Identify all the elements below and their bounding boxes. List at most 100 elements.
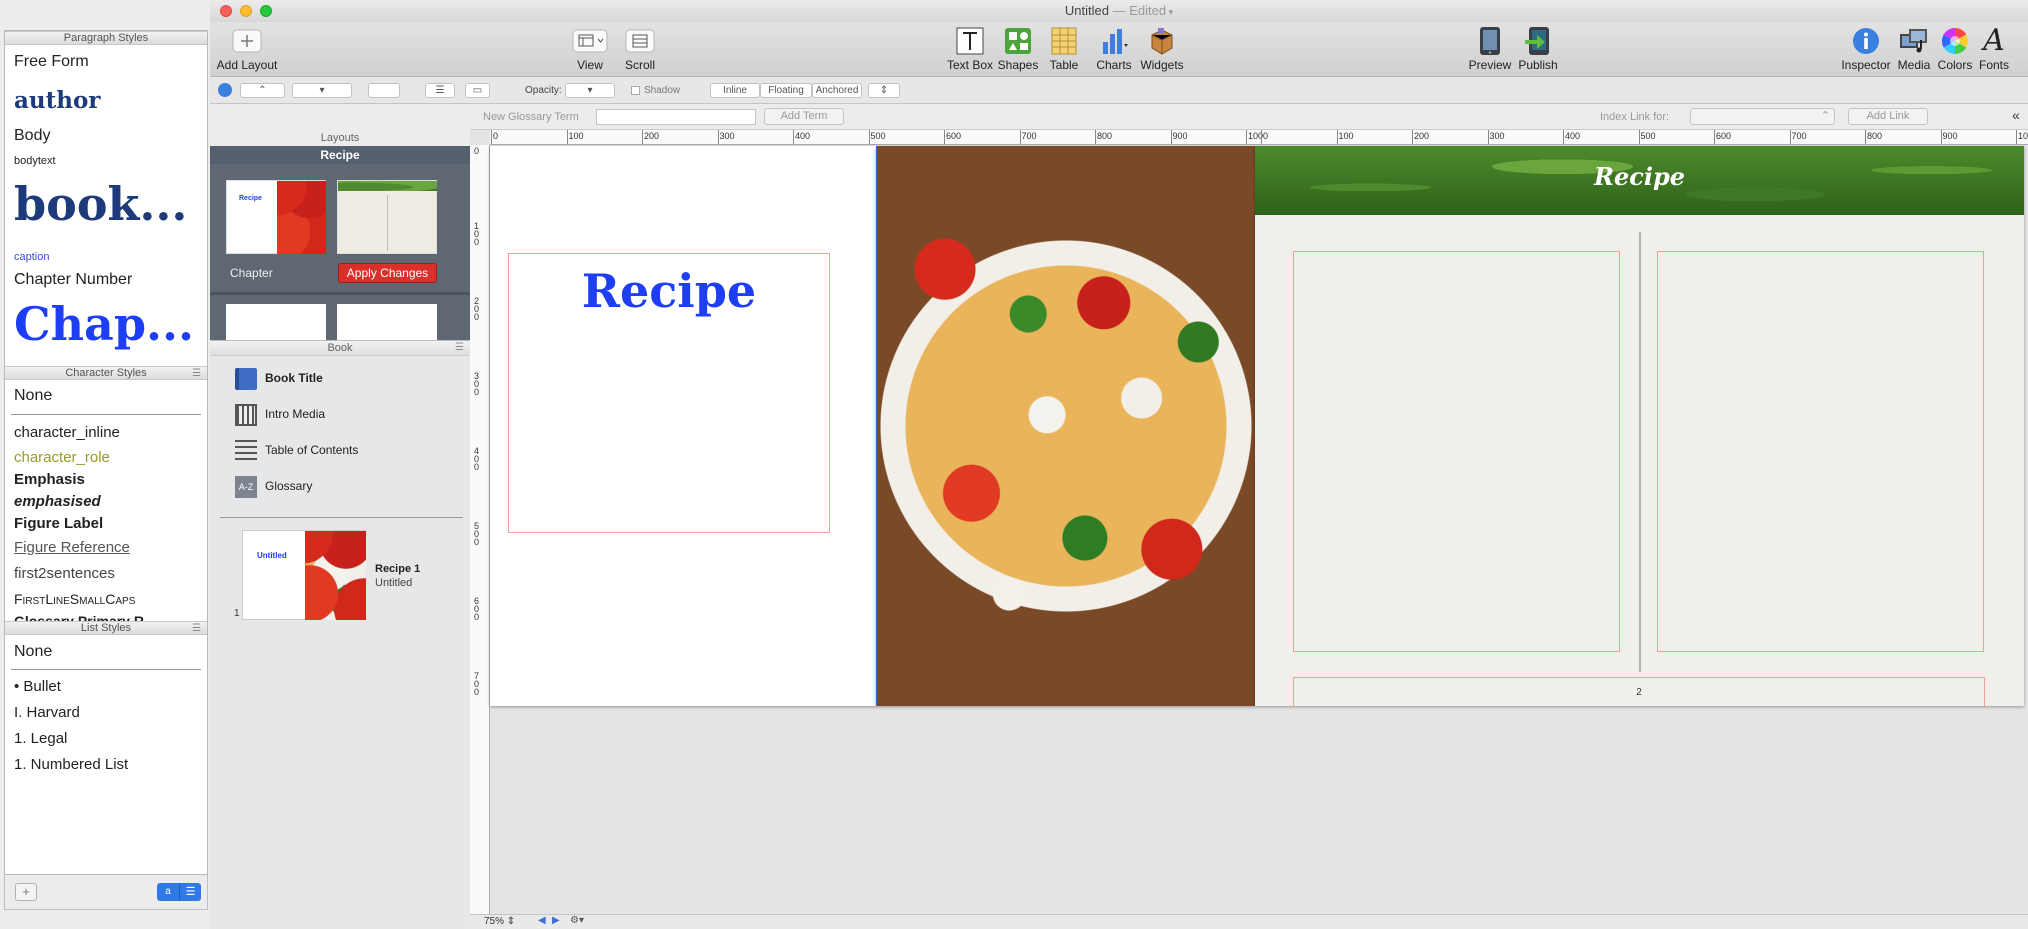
character-style-item[interactable]: FirstLineSmallCaps [14,591,204,607]
ruler-tick [2016,130,2017,144]
gear-icon[interactable]: ⚙▾ [570,915,584,926]
color-well[interactable] [368,83,400,98]
text-column-right[interactable] [1657,251,1984,652]
paragraph-style-item[interactable]: bodytext [14,155,204,167]
fonts-button[interactable]: A Fonts [1974,22,2014,77]
inline-button[interactable]: Inline [710,83,760,98]
collapse-icon[interactable]: « [2012,107,2020,123]
character-style-item[interactable]: first2sentences [14,565,204,582]
add-layout-button[interactable]: Add Layout [212,22,282,77]
media-icon [1900,29,1927,53]
inspector-button[interactable]: Inspector [1840,22,1892,77]
style-view-toggle-icon[interactable]: a [157,883,179,901]
wrap-icon[interactable]: ▭ [465,83,490,98]
zoom-window-button[interactable] [260,5,272,17]
list-style-item[interactable]: 1. Legal [14,730,204,747]
widgets-button[interactable]: Widgets [1138,22,1186,77]
index-link-select[interactable]: ⌃ [1690,108,1835,125]
ruler-tick [1487,130,1489,144]
shapes-button[interactable]: Shapes [997,22,1039,77]
ruler-tick-label: 500 [1640,131,1656,141]
table-button[interactable]: Table [1043,22,1085,77]
add-term-button[interactable]: Add Term [764,108,844,125]
preview-button[interactable]: Preview [1466,22,1514,77]
zoom-select[interactable]: 75% ⇕ [484,916,515,927]
thumb-title: Recipe [239,195,262,202]
title-text-box[interactable]: Recipe [508,253,830,533]
table-of-contents-item[interactable]: Table of Contents [235,437,358,463]
colors-button[interactable]: Colors [1936,22,1974,77]
book-header: Book ☰ [210,340,470,356]
charts-button[interactable]: Charts [1090,22,1138,77]
page-left[interactable]: Recipe [490,146,876,706]
ruler-tick [1261,130,1262,144]
character-style-item[interactable]: Figure Reference [14,539,204,556]
style-select[interactable]: ⌃ [240,83,285,98]
paragraph-style-item[interactable]: caption [14,251,204,263]
paragraph-style-item[interactable]: book... [14,177,204,231]
publish-button[interactable]: Publish [1514,22,1562,77]
section-thumbnail[interactable]: Untitled [242,530,366,620]
text-box-button[interactable]: Text Box [945,22,995,77]
paragraph-style-item[interactable]: Chapter Number [14,271,204,289]
layout-thumbnail-chapter[interactable]: Recipe [226,180,326,254]
layout-thumbnail[interactable] [226,304,326,340]
character-style-item[interactable]: character_inline [14,424,204,441]
paragraph-style-item[interactable]: Free Form [14,53,204,71]
list-style-item[interactable]: None [14,643,204,661]
ruler-tick [1019,130,1021,144]
section-title[interactable]: Recipe 1 [375,563,420,575]
character-style-item[interactable]: Emphasis [14,471,204,488]
view-label: View [577,58,603,72]
paragraph-style-item[interactable]: author [14,87,204,114]
list-style-item[interactable]: • Bullet [14,678,204,695]
character-styles-header: Character Styles ☰ [5,366,207,380]
apply-changes-button[interactable]: Apply Changes [338,263,437,283]
add-style-button[interactable]: + [15,883,37,901]
list-view-toggle-icon[interactable]: ☰ [179,883,201,901]
opacity-select[interactable]: ▾ [565,83,615,98]
floating-button[interactable]: Floating [760,83,812,98]
preview-label: Preview [1468,58,1512,72]
divider [11,414,201,415]
color-fill-icon[interactable] [218,83,232,97]
glossary-term-input[interactable] [596,109,756,125]
add-link-button[interactable]: Add Link [1848,108,1928,125]
shadow-checkbox[interactable] [631,86,640,95]
drawer-footer: + a ☰ [4,875,208,910]
text-column-left[interactable] [1293,251,1620,652]
layout-thumbnail[interactable] [337,304,437,340]
footer-box[interactable]: 2 [1293,677,1985,706]
ruler-tick-label: 400 [795,131,811,141]
anchored-button[interactable]: Anchored [812,83,862,98]
salad-photo[interactable] [876,146,1255,706]
edited-indicator[interactable]: — Edited [1113,3,1166,18]
previous-page-icon[interactable]: ◀ [538,915,546,926]
intro-media-item[interactable]: Intro Media [235,401,325,427]
scroll-button[interactable]: Scroll [615,22,665,77]
page-right[interactable]: Recipe 2 [1255,146,2024,706]
character-style-item[interactable]: emphasised [14,493,204,510]
close-window-button[interactable] [220,5,232,17]
character-style-item[interactable]: None [14,387,204,405]
widgets-icon [1151,28,1173,55]
font-select[interactable]: ▾ [292,83,352,98]
next-page-icon[interactable]: ▶ [552,915,560,926]
glossary-item[interactable]: A-Z Glossary [235,473,312,499]
paragraph-style-item[interactable]: Body [14,127,204,145]
ruler-tick [793,130,794,144]
character-style-item[interactable]: character_role [14,449,204,466]
book-pane: Book Title Intro Media Table of Contents… [210,345,470,929]
list-style-item[interactable]: I. Harvard [14,704,204,721]
table-icon [1051,27,1077,55]
view-button[interactable]: View [565,22,615,77]
book-title-item[interactable]: Book Title [235,365,323,391]
list-style-item[interactable]: 1. Numbered List [14,756,204,773]
alignment-icon[interactable]: ☰ [425,83,455,98]
layout-thumbnail-page[interactable] [337,180,437,254]
minimize-window-button[interactable] [240,5,252,17]
character-style-item[interactable]: Figure Label [14,515,204,532]
media-button[interactable]: Media [1892,22,1936,77]
stepper[interactable]: ⇕ [868,83,900,98]
paragraph-style-item[interactable]: Chap... [14,297,204,351]
